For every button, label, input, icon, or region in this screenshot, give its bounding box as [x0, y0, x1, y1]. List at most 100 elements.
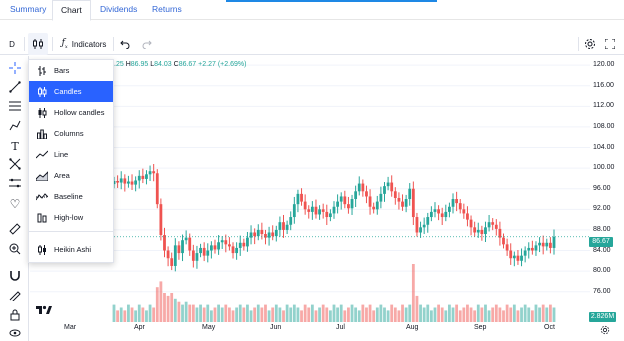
volume-bar: [458, 310, 462, 322]
volume-bar: [516, 310, 520, 322]
volume-bar: [498, 307, 502, 322]
menu-item-bars[interactable]: Bars: [29, 60, 113, 81]
candle-body: [437, 209, 440, 214]
candle-body: [484, 227, 487, 235]
hide-tool[interactable]: [6, 326, 24, 341]
volume-bar: [328, 310, 332, 322]
hollow-candles-icon: [35, 107, 49, 118]
candle-body: [152, 171, 156, 174]
area-icon: [35, 170, 49, 181]
measure-tool[interactable]: [6, 222, 24, 238]
volume-bar: [325, 307, 329, 322]
crosshair-tool[interactable]: [6, 61, 24, 77]
chart-type-button[interactable]: [28, 33, 48, 55]
candle-body: [502, 237, 505, 245]
candle-body: [422, 224, 426, 228]
menu-divider: [29, 231, 113, 232]
menu-item-high-low[interactable]: High-low: [29, 207, 113, 228]
tab-dividends[interactable]: Dividends: [100, 0, 137, 19]
candle-body: [235, 247, 239, 254]
price-chart[interactable]: [30, 56, 590, 324]
time-tick-label: Aug: [406, 324, 419, 331]
axis-settings-button[interactable]: [598, 324, 612, 336]
menu-item-heikin-ashi[interactable]: Heikin Ashi: [29, 239, 113, 260]
volume-bar: [354, 307, 358, 322]
lock-tool[interactable]: [6, 308, 24, 324]
volume-bar: [365, 307, 368, 322]
magnet-tool[interactable]: [6, 268, 24, 284]
candle-body: [393, 191, 397, 198]
indicators-button[interactable]: ƒx Indicators: [58, 33, 110, 55]
candle-body: [123, 178, 127, 184]
fullscreen-button[interactable]: [603, 33, 617, 55]
settings-button[interactable]: [583, 33, 597, 55]
menu-item-label: Area: [54, 171, 70, 180]
candle-body: [375, 201, 379, 210]
volume-bar: [285, 304, 289, 322]
candle-body: [314, 206, 318, 215]
candle-body: [310, 206, 314, 212]
candle-body: [303, 201, 307, 210]
volume-bar: [487, 310, 491, 322]
candle-body: [339, 196, 343, 202]
menu-item-candles[interactable]: Candles: [29, 81, 113, 102]
volume-bar: [119, 307, 123, 322]
trendline-tool[interactable]: [6, 80, 24, 96]
stay-drawing-tool[interactable]: [6, 288, 24, 304]
volume-bar: [512, 304, 516, 322]
candle-body: [512, 255, 516, 259]
volume-badge: 2.826M: [589, 312, 616, 322]
icons-tool[interactable]: ♡: [6, 196, 24, 212]
volume-bar: [159, 281, 163, 322]
brush-tool[interactable]: [6, 118, 24, 134]
zoom-tool[interactable]: [6, 242, 24, 258]
candle-body: [253, 232, 257, 237]
fib-tool[interactable]: [6, 99, 24, 115]
candle-body: [256, 229, 260, 237]
candle-body: [155, 173, 159, 205]
candle-body: [209, 245, 213, 251]
volume-bar: [271, 307, 275, 322]
tab-chart[interactable]: Chart: [52, 0, 91, 21]
candle-body: [498, 228, 502, 238]
candles-icon: [35, 86, 49, 97]
candle-body: [163, 235, 166, 251]
time-tick-label: Jul: [336, 324, 345, 331]
candle-body: [159, 204, 163, 236]
volume-bar: [494, 304, 498, 322]
interval-button[interactable]: D: [4, 33, 20, 55]
price-tick-label: 96.00: [593, 184, 611, 192]
eye-icon: [9, 328, 21, 340]
price-tick-label: 92.00: [593, 205, 611, 213]
volume-bar: [217, 304, 220, 322]
candle-body: [260, 229, 264, 235]
menu-item-hollow-candles[interactable]: Hollow candles: [29, 102, 113, 123]
menu-item-area[interactable]: Area: [29, 165, 113, 186]
menu-item-label: Hollow candles: [54, 108, 105, 117]
candle-body: [148, 171, 152, 175]
menu-item-columns[interactable]: Columns: [29, 123, 113, 144]
candle-body: [195, 253, 199, 261]
crosshair-icon: [9, 62, 21, 76]
candle-body: [372, 206, 376, 210]
volume-bar: [372, 310, 376, 322]
text-tool[interactable]: T: [6, 138, 24, 154]
volume-bar: [307, 307, 311, 322]
prediction-tool[interactable]: [6, 176, 24, 192]
redo-button[interactable]: [140, 33, 154, 55]
volume-bar: [534, 304, 538, 322]
tab-summary[interactable]: Summary: [10, 0, 46, 19]
tab-returns[interactable]: Returns: [152, 0, 182, 19]
volume-bar: [538, 307, 541, 322]
undo-button[interactable]: [118, 33, 132, 55]
pencil-lock-icon: [9, 289, 21, 303]
volume-bar: [173, 298, 177, 322]
ohlc-legend: .25 H86.95 L84.03 C86.67 +2.27 (+2.69%): [114, 61, 246, 68]
pattern-tool[interactable]: [6, 157, 24, 173]
volume-bar: [264, 304, 267, 322]
menu-item-line[interactable]: Line: [29, 144, 113, 165]
candle-body: [541, 242, 545, 247]
candle-body: [473, 227, 477, 233]
candle-body: [220, 240, 224, 243]
menu-item-baseline[interactable]: Baseline: [29, 186, 113, 207]
